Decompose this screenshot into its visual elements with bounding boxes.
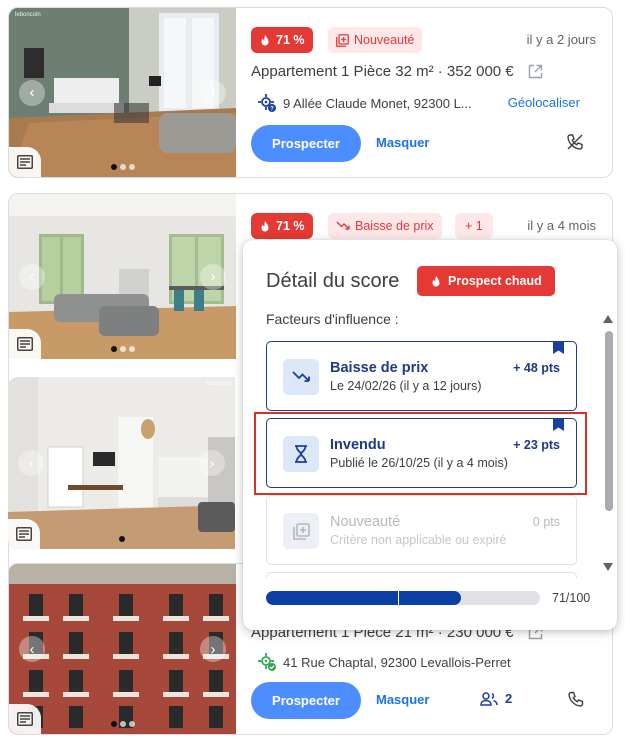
- prev-photo-button[interactable]: ‹: [19, 263, 45, 290]
- location-pin-icon: ?: [258, 94, 276, 113]
- score-badge[interactable]: 71 %: [251, 213, 313, 239]
- location-pin-icon: [258, 653, 276, 671]
- chevron-left-icon: ‹: [29, 640, 35, 658]
- geolocate-link[interactable]: Géolocaliser: [508, 95, 580, 110]
- new-badge-icon: [336, 33, 349, 47]
- hide-button[interactable]: Masquer: [376, 135, 429, 150]
- phone-off-icon[interactable]: [566, 133, 584, 151]
- chevron-left-icon: ‹: [29, 84, 35, 101]
- factor-description: Critère non applicable ou expiré: [330, 533, 507, 547]
- score-progress-fill: [266, 591, 461, 605]
- extra-tags-count: + 1: [465, 219, 483, 233]
- prev-photo-button[interactable]: ‹: [18, 450, 44, 476]
- listing-photo[interactable]: ‹ ›: [9, 194, 236, 359]
- address-text: 41 Rue Chaptal, 92300 Levallois-Perret: [283, 654, 511, 670]
- listing-photo[interactable]: ‹ ›: [9, 564, 236, 734]
- score-badge-value: 71 %: [276, 219, 305, 233]
- flame-icon: [432, 275, 440, 286]
- next-photo-button[interactable]: ›: [199, 450, 225, 476]
- listing-details-button[interactable]: [9, 704, 41, 734]
- photo-pagination: [110, 346, 135, 352]
- next-photo-button[interactable]: ›: [200, 79, 226, 106]
- article-icon: [17, 712, 33, 726]
- listing-details-button[interactable]: [9, 147, 41, 177]
- phone-icon[interactable]: [568, 691, 584, 707]
- open-external-icon[interactable]: [528, 64, 543, 79]
- listing-title[interactable]: Appartement 1 Pièce 32 m² · 352 000 €: [251, 63, 514, 80]
- published-time: il y a 2 jours: [526, 32, 596, 47]
- prev-photo-button[interactable]: ‹: [19, 79, 45, 106]
- address-text: 9 Allée Claude Monet, 92300 L...: [283, 95, 472, 111]
- scroll-down-icon[interactable]: [603, 563, 613, 571]
- chevron-right-icon: ›: [210, 640, 216, 658]
- contacts-count: 2: [505, 691, 513, 706]
- scroll-up-icon[interactable]: [603, 315, 613, 323]
- tag-badge: Baisse de prix: [328, 213, 442, 239]
- scroll-thumb[interactable]: [605, 331, 613, 511]
- score-badge-value: 71 %: [276, 33, 305, 47]
- article-icon: [16, 527, 32, 541]
- factor-points: 0 pts: [532, 515, 560, 529]
- photo-pagination: [118, 536, 125, 542]
- hot-prospect-label: Prospect chaud: [448, 274, 542, 288]
- factor-new-listing[interactable]: Nouveauté Critère non applicable ou expi…: [266, 495, 577, 565]
- popover-title: Détail du score: [266, 270, 400, 292]
- listing-details-button[interactable]: [9, 329, 41, 359]
- score-progress-bar: [266, 591, 540, 605]
- factor-description: Le 24/02/26 (il y a 12 jours): [330, 379, 482, 393]
- new-badge-icon: [292, 522, 310, 540]
- hide-button[interactable]: Masquer: [376, 692, 429, 707]
- extra-tags-badge[interactable]: + 1: [455, 213, 493, 239]
- listing-card[interactable]: leboncoin ‹ › 71 % Nouveauté il y a 2 jo…: [8, 7, 613, 178]
- factor-name: Baisse de prix: [330, 360, 429, 376]
- factor-points: + 48 pts: [513, 361, 560, 375]
- contacts-indicator[interactable]: 2: [480, 691, 512, 706]
- published-time: il y a 4 mois: [527, 218, 596, 233]
- prospect-button[interactable]: Prospecter: [251, 125, 361, 162]
- watermark: leboncoin: [205, 381, 231, 387]
- next-photo-button[interactable]: ›: [200, 263, 226, 290]
- chevron-right-icon: ›: [209, 454, 215, 472]
- listing-address: 41 Rue Chaptal, 92300 Levallois-Perret: [257, 652, 511, 672]
- score-segment-divider: [397, 591, 399, 605]
- svg-text:?: ?: [270, 107, 274, 113]
- prev-photo-button[interactable]: ‹: [19, 636, 45, 662]
- flame-icon: [261, 34, 269, 45]
- score-badge[interactable]: 71 %: [251, 27, 313, 53]
- tag-label: Baisse de prix: [355, 219, 434, 233]
- factors-scrollbar[interactable]: [603, 315, 613, 575]
- highlight-box: [254, 412, 587, 495]
- trending-down-icon: [292, 371, 310, 382]
- bookmark-icon: [553, 341, 564, 354]
- flame-icon: [261, 220, 269, 231]
- listing-photo[interactable]: leboncoin ‹ ›: [8, 377, 235, 549]
- score-total: 71/100: [552, 591, 591, 605]
- chevron-right-icon: ›: [210, 268, 216, 285]
- next-photo-button[interactable]: ›: [200, 636, 226, 662]
- factor-icon-box: [283, 359, 319, 395]
- watermark: leboncoin: [15, 12, 41, 18]
- listing-address: ? 9 Allée Claude Monet, 92300 L...: [257, 93, 472, 113]
- prospect-button[interactable]: Prospecter: [251, 682, 361, 719]
- hot-prospect-badge: Prospect chaud: [417, 266, 555, 296]
- photo-pagination: [110, 721, 135, 727]
- trending-down-icon: [336, 221, 350, 230]
- article-icon: [17, 155, 33, 169]
- listing-details-button[interactable]: [8, 519, 40, 549]
- chevron-left-icon: ‹: [28, 454, 34, 472]
- factor-name: Nouveauté: [330, 514, 401, 530]
- photo-pagination: [110, 164, 135, 170]
- factor-price-drop[interactable]: Baisse de prix Le 24/02/26 (il y a 12 jo…: [266, 341, 577, 411]
- listing-photo[interactable]: leboncoin ‹ ›: [9, 8, 236, 177]
- tag-label: Nouveauté: [354, 33, 415, 47]
- factor-partial: [266, 572, 577, 578]
- chevron-right-icon: ›: [210, 84, 216, 101]
- people-icon: [480, 691, 498, 706]
- factors-heading: Facteurs d'influence :: [266, 311, 399, 327]
- factor-icon-box: [283, 513, 319, 549]
- article-icon: [17, 337, 33, 351]
- tag-badge: Nouveauté: [328, 27, 423, 53]
- chevron-left-icon: ‹: [29, 268, 35, 285]
